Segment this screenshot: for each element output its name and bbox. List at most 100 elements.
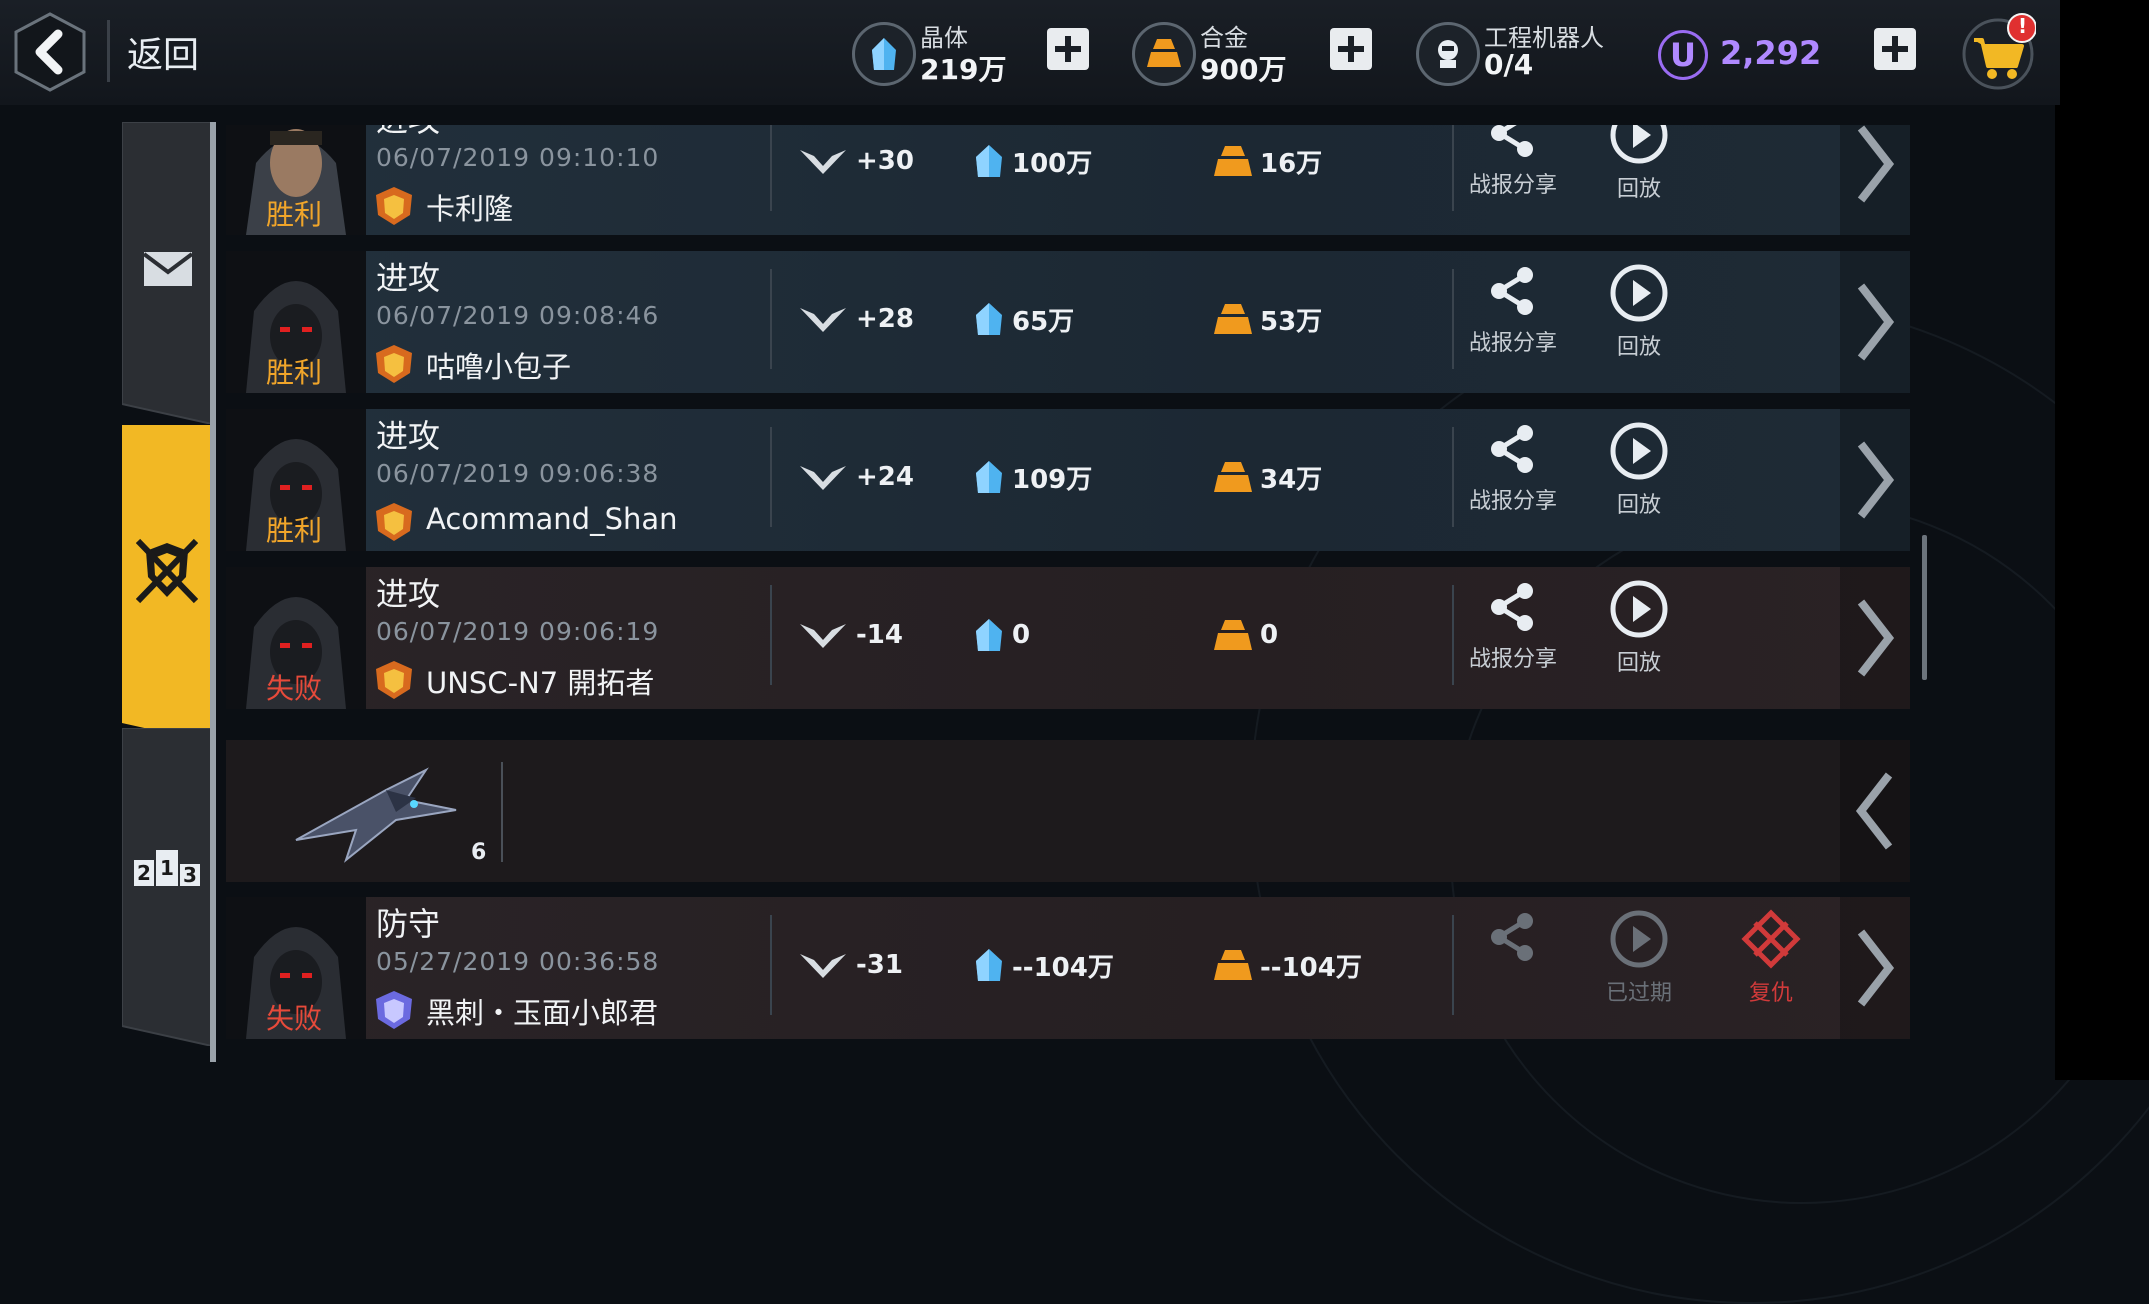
- ship-icon: [295, 767, 457, 863]
- battle-shield-icon: [136, 538, 198, 604]
- battle-type: 进攻: [376, 575, 441, 613]
- battle-row-defense[interactable]: 失败 防守 05/27/2019 00:36:58 黑刺・玉面小郎君 -31 -…: [226, 897, 1910, 1039]
- wings-icon: [800, 308, 846, 332]
- crystal-value: 219万: [920, 53, 1007, 86]
- battle-list[interactable]: 胜利 进攻 06/07/2019 09:10:10 卡利隆 +30 100万 1…: [226, 125, 1910, 1045]
- alloy-icon: [1132, 22, 1196, 86]
- battle-row[interactable]: 失败 进攻 06/07/2019 09:06:19 UNSC-N7 開拓者 -1…: [226, 567, 1910, 709]
- crystal-resource: 晶体 219万: [852, 18, 1006, 88]
- alloy-change: --104万: [1212, 945, 1362, 985]
- replay-button[interactable]: 回放: [1584, 125, 1694, 203]
- divider: [1452, 915, 1454, 1015]
- replay-label: 回放: [1616, 651, 1661, 676]
- enemy-portrait: 胜利: [226, 125, 366, 235]
- crystal-change: 100万: [972, 141, 1092, 181]
- wings-icon: [800, 466, 846, 490]
- collapse-button[interactable]: [1840, 740, 1910, 882]
- expand-button[interactable]: [1840, 897, 1910, 1039]
- share-report-button[interactable]: 战报分享: [1458, 263, 1568, 357]
- alloy-change: 16万: [1212, 141, 1322, 181]
- crystal-icon: [976, 619, 1002, 651]
- add-premium-button[interactable]: [1874, 28, 1916, 70]
- rank-badge-icon: [376, 991, 412, 1029]
- enemy-portrait: 失败: [226, 897, 366, 1039]
- top-bar: 返回 晶体 219万 合金 900万 工程机器人 0/4 U 2,292 !: [0, 0, 2060, 105]
- battle-time: 06/07/2019 09:06:38: [376, 459, 660, 488]
- battle-type: 防守: [376, 905, 441, 943]
- result-label: 胜利: [266, 514, 323, 547]
- chevron-left-icon: [1855, 772, 1893, 850]
- replay-button[interactable]: 回放: [1584, 263, 1694, 361]
- chevron-right-icon: [1857, 929, 1895, 1007]
- play-icon: [1610, 910, 1668, 968]
- share-label: 战报分享: [1468, 331, 1557, 356]
- replay-button[interactable]: 回放: [1584, 421, 1694, 519]
- premium-currency-value: 2,292: [1720, 34, 1822, 72]
- battle-row[interactable]: 胜利 进攻 06/07/2019 09:08:46 咕噜小包子 +28 65万 …: [226, 251, 1910, 393]
- revenge-label: 复仇: [1748, 981, 1793, 1006]
- divider: [770, 427, 772, 527]
- alloy-change: 0: [1212, 615, 1278, 655]
- battle-time: 06/07/2019 09:08:46: [376, 301, 660, 330]
- player-name[interactable]: 卡利隆: [426, 186, 513, 228]
- back-label[interactable]: 返回: [127, 26, 199, 78]
- rank-badge-icon: [376, 661, 412, 699]
- player-name[interactable]: Acommand_Shan: [426, 502, 678, 536]
- alloy-change: 34万: [1212, 457, 1322, 497]
- expand-button[interactable]: [1840, 567, 1910, 709]
- share-label: 战报分享: [1468, 489, 1557, 514]
- divider: [770, 585, 772, 685]
- alloy-value: 900万: [1200, 53, 1287, 86]
- add-alloy-button[interactable]: [1330, 28, 1372, 70]
- battle-row[interactable]: 胜利 进攻 06/07/2019 09:06:38 Acommand_Shan …: [226, 409, 1910, 551]
- tab-ranking[interactable]: 2 1 3: [121, 727, 213, 1048]
- scrollbar[interactable]: [1922, 535, 1927, 680]
- player-name[interactable]: 黑刺・玉面小郎君: [426, 990, 658, 1032]
- crystal-change: 109万: [972, 457, 1092, 497]
- replay-button[interactable]: 回放: [1584, 579, 1694, 677]
- player-name[interactable]: UNSC-N7 開拓者: [426, 660, 654, 702]
- share-button-disabled: [1458, 909, 1568, 969]
- battle-type: 进攻: [376, 259, 441, 297]
- trophy-change: -31: [796, 945, 903, 985]
- enemy-portrait: 胜利: [226, 409, 366, 551]
- revenge-button[interactable]: 复仇: [1716, 909, 1826, 1007]
- result-label: 胜利: [266, 356, 323, 389]
- shop-cart-button[interactable]: !: [1962, 12, 2037, 92]
- battle-row[interactable]: 胜利 进攻 06/07/2019 09:10:10 卡利隆 +30 100万 1…: [226, 125, 1910, 235]
- divider: [770, 125, 772, 211]
- expand-button[interactable]: [1840, 125, 1910, 235]
- player-name[interactable]: 咕噜小包子: [426, 344, 571, 386]
- battle-type: 进攻: [376, 125, 440, 141]
- share-report-button[interactable]: 战报分享: [1458, 421, 1568, 515]
- tab-battle-log[interactable]: [122, 425, 212, 743]
- back-button[interactable]: [14, 12, 86, 92]
- add-crystal-button[interactable]: [1047, 28, 1089, 70]
- alloy-icon: [1214, 462, 1252, 492]
- expand-button[interactable]: [1840, 251, 1910, 393]
- robot-icon: [1416, 22, 1480, 86]
- alloy-icon: [1214, 950, 1252, 980]
- play-icon: [1610, 580, 1668, 638]
- premium-currency-icon: U: [1658, 30, 1708, 80]
- alloy-resource: 合金 900万: [1132, 18, 1292, 88]
- trophy-change: -14: [796, 615, 903, 655]
- sidebar-divider: [210, 122, 216, 1062]
- chevron-right-icon: [1857, 125, 1895, 203]
- wings-icon: [800, 624, 846, 648]
- expand-button[interactable]: [1840, 409, 1910, 551]
- chevron-right-icon: [1857, 441, 1895, 519]
- share-report-button[interactable]: 战报分享: [1458, 579, 1568, 673]
- ship-count: 6: [471, 840, 487, 865]
- play-icon: [1610, 422, 1668, 480]
- cart-badge: !: [2018, 14, 2028, 38]
- share-report-button[interactable]: 战报分享: [1458, 125, 1568, 199]
- play-icon: [1610, 264, 1668, 322]
- revenge-icon: [1741, 909, 1801, 969]
- divider: [1452, 427, 1454, 527]
- share-icon: [1491, 583, 1533, 631]
- tab-mail[interactable]: [121, 121, 213, 426]
- podium-icon: 2 1 3: [134, 850, 200, 886]
- replay-expired-button: 已过期: [1584, 909, 1694, 1007]
- crystal-icon: [976, 949, 1002, 981]
